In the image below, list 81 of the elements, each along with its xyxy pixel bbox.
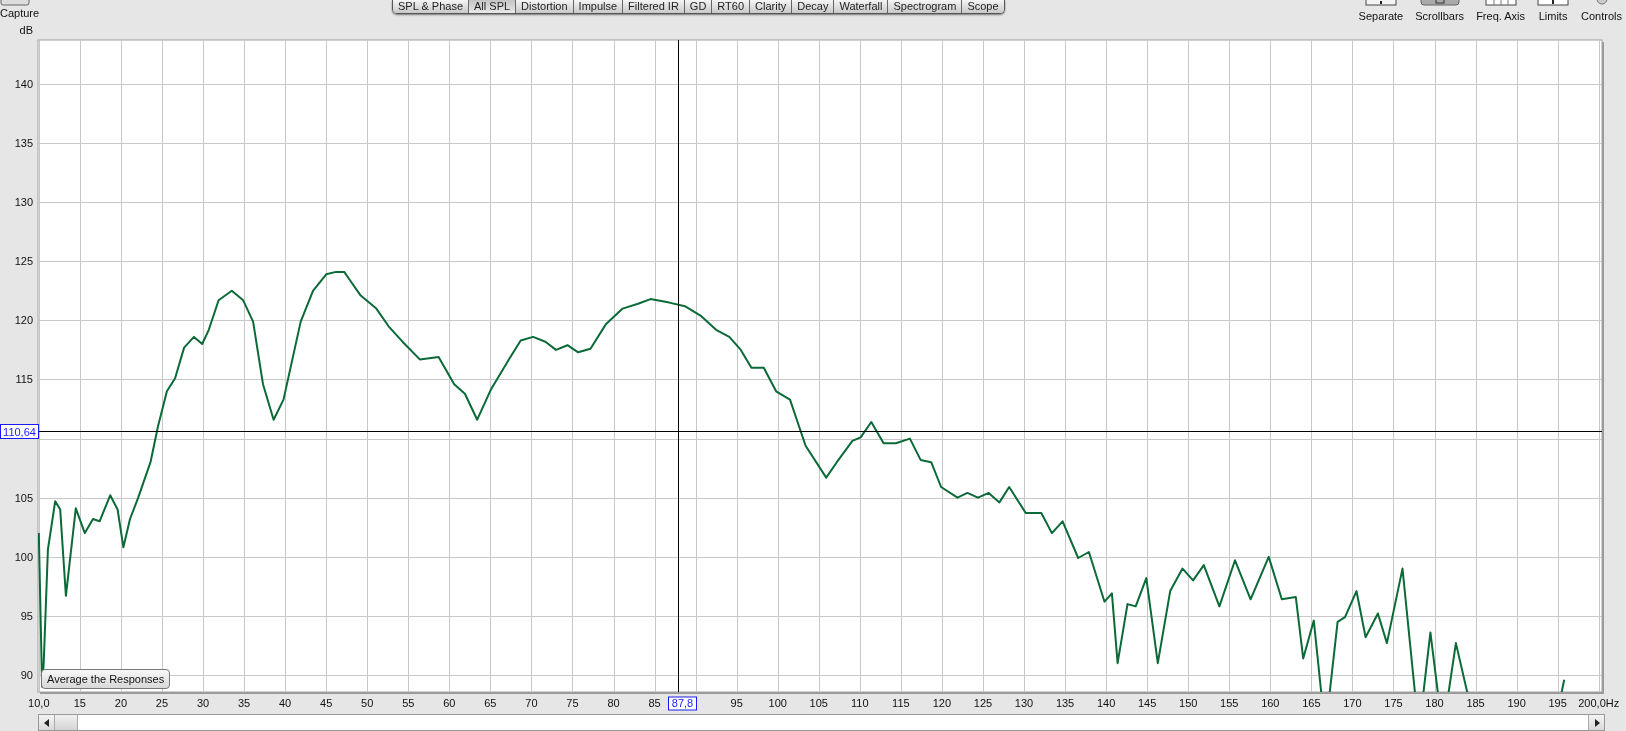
x-tick-label: 10,0 (28, 697, 50, 709)
x-tick-label: 95 (730, 697, 743, 709)
right-arrow-icon (1593, 718, 1600, 727)
capture-icon[interactable] (0, 0, 30, 6)
view-tab[interactable]: SPL & Phase (393, 0, 470, 13)
x-tick-label: 100 (768, 697, 787, 709)
axis-icon[interactable] (1484, 0, 1517, 6)
limits-icon[interactable] (1537, 0, 1570, 6)
x-tick-label: 180 (1425, 697, 1444, 709)
view-tab[interactable]: All SPL (469, 0, 517, 13)
view-tab[interactable]: Scope (962, 0, 1004, 13)
x-tick-label: 170 (1343, 697, 1362, 709)
x-tick-label: 200,0Hz (1578, 697, 1620, 709)
x-tick-label: 70 (525, 697, 538, 709)
x-tick-label: 25 (155, 697, 169, 709)
view-tab[interactable]: Waterfall (834, 0, 889, 13)
view-tab[interactable]: Distortion (516, 0, 574, 13)
x-tick-label: 160 (1261, 697, 1280, 709)
scrollbars-icon[interactable] (1419, 0, 1460, 6)
y-tick-label: 125 (14, 255, 33, 268)
y-tick-label: 135 (14, 137, 33, 150)
average-responses-button[interactable]: Average the Responses (41, 669, 171, 689)
y-tick-label: 115 (15, 373, 33, 386)
x-tick-label: 75 (566, 697, 579, 709)
x-tick-label: 120 (932, 697, 952, 709)
view-tab[interactable]: GD (684, 0, 713, 13)
x-tick-label: 45 (320, 697, 333, 709)
y-tick-label: 140 (14, 77, 33, 90)
x-tick-label: 185 (1466, 697, 1485, 709)
x-tick-label: 115 (892, 697, 910, 709)
x-tick-label: 105 (809, 697, 828, 709)
x-tick-label: 140 (1096, 697, 1116, 709)
left-arrow-icon (43, 718, 50, 727)
scroll-right-button[interactable] (1588, 715, 1604, 730)
x-tick-label: 65 (484, 697, 497, 709)
y-tick-label: 105 (14, 491, 33, 504)
x-tick-label: 35 (237, 697, 251, 709)
tool-label: Controls (1581, 9, 1622, 23)
x-tick-label: 125 (973, 697, 993, 709)
x-tick-label: 150 (1179, 697, 1198, 709)
x-tick-label: 50 (361, 697, 374, 709)
x-tick-label: 175 (1384, 697, 1403, 709)
tool-label: Separate (1358, 9, 1404, 23)
tool-label: Freq. Axis (1476, 9, 1526, 23)
x-tick-label: 110 (851, 697, 869, 709)
y-tick-label: 100 (14, 550, 33, 563)
x-tick-label: 165 (1302, 697, 1321, 709)
y-axis-label: dB (19, 24, 33, 36)
x-tick-label: 30 (196, 697, 210, 709)
x-tick-label: 195 (1548, 697, 1567, 709)
view-tab[interactable]: Spectrogram (888, 0, 963, 13)
x-tick-label: 135 (1055, 697, 1075, 709)
separate-icon[interactable] (1364, 0, 1397, 6)
view-tab[interactable]: Impulse (573, 0, 624, 13)
cursor-level-readout: 110,64 (0, 424, 39, 439)
x-tick-label: 20 (114, 697, 128, 709)
y-tick-label: 90 (20, 669, 33, 681)
x-tick-label: 80 (607, 697, 620, 709)
cursor-frequency-readout: 87,8 (668, 696, 697, 711)
x-tick-label: 60 (443, 697, 456, 709)
x-tick-label: 155 (1220, 697, 1239, 709)
y-tick-label: 95 (20, 609, 33, 622)
view-tab[interactable]: RT60 (712, 0, 751, 13)
x-tick-label: 190 (1507, 697, 1526, 709)
view-tab[interactable]: Filtered IR (623, 0, 685, 13)
scroll-left-button[interactable] (39, 715, 55, 730)
x-tick-label: 130 (1014, 697, 1034, 709)
y-tick-label: 120 (14, 314, 33, 327)
x-tick-label: 85 (648, 697, 661, 709)
scrollbar-thumb[interactable] (55, 715, 78, 730)
x-tick-label: 15 (73, 697, 86, 709)
x-tick-label: 55 (402, 697, 415, 709)
tool-label: Limits (1538, 9, 1568, 23)
horizontal-scrollbar[interactable] (38, 714, 1605, 731)
view-tab[interactable]: Decay (792, 0, 835, 13)
tool-label: Scrollbars (1415, 9, 1465, 23)
view-tab[interactable]: Clarity (750, 0, 793, 13)
capture-label: Capture (0, 6, 40, 20)
x-tick-label: 40 (279, 697, 292, 709)
x-tick-label: 145 (1138, 697, 1157, 709)
y-tick-label: 130 (14, 196, 33, 209)
